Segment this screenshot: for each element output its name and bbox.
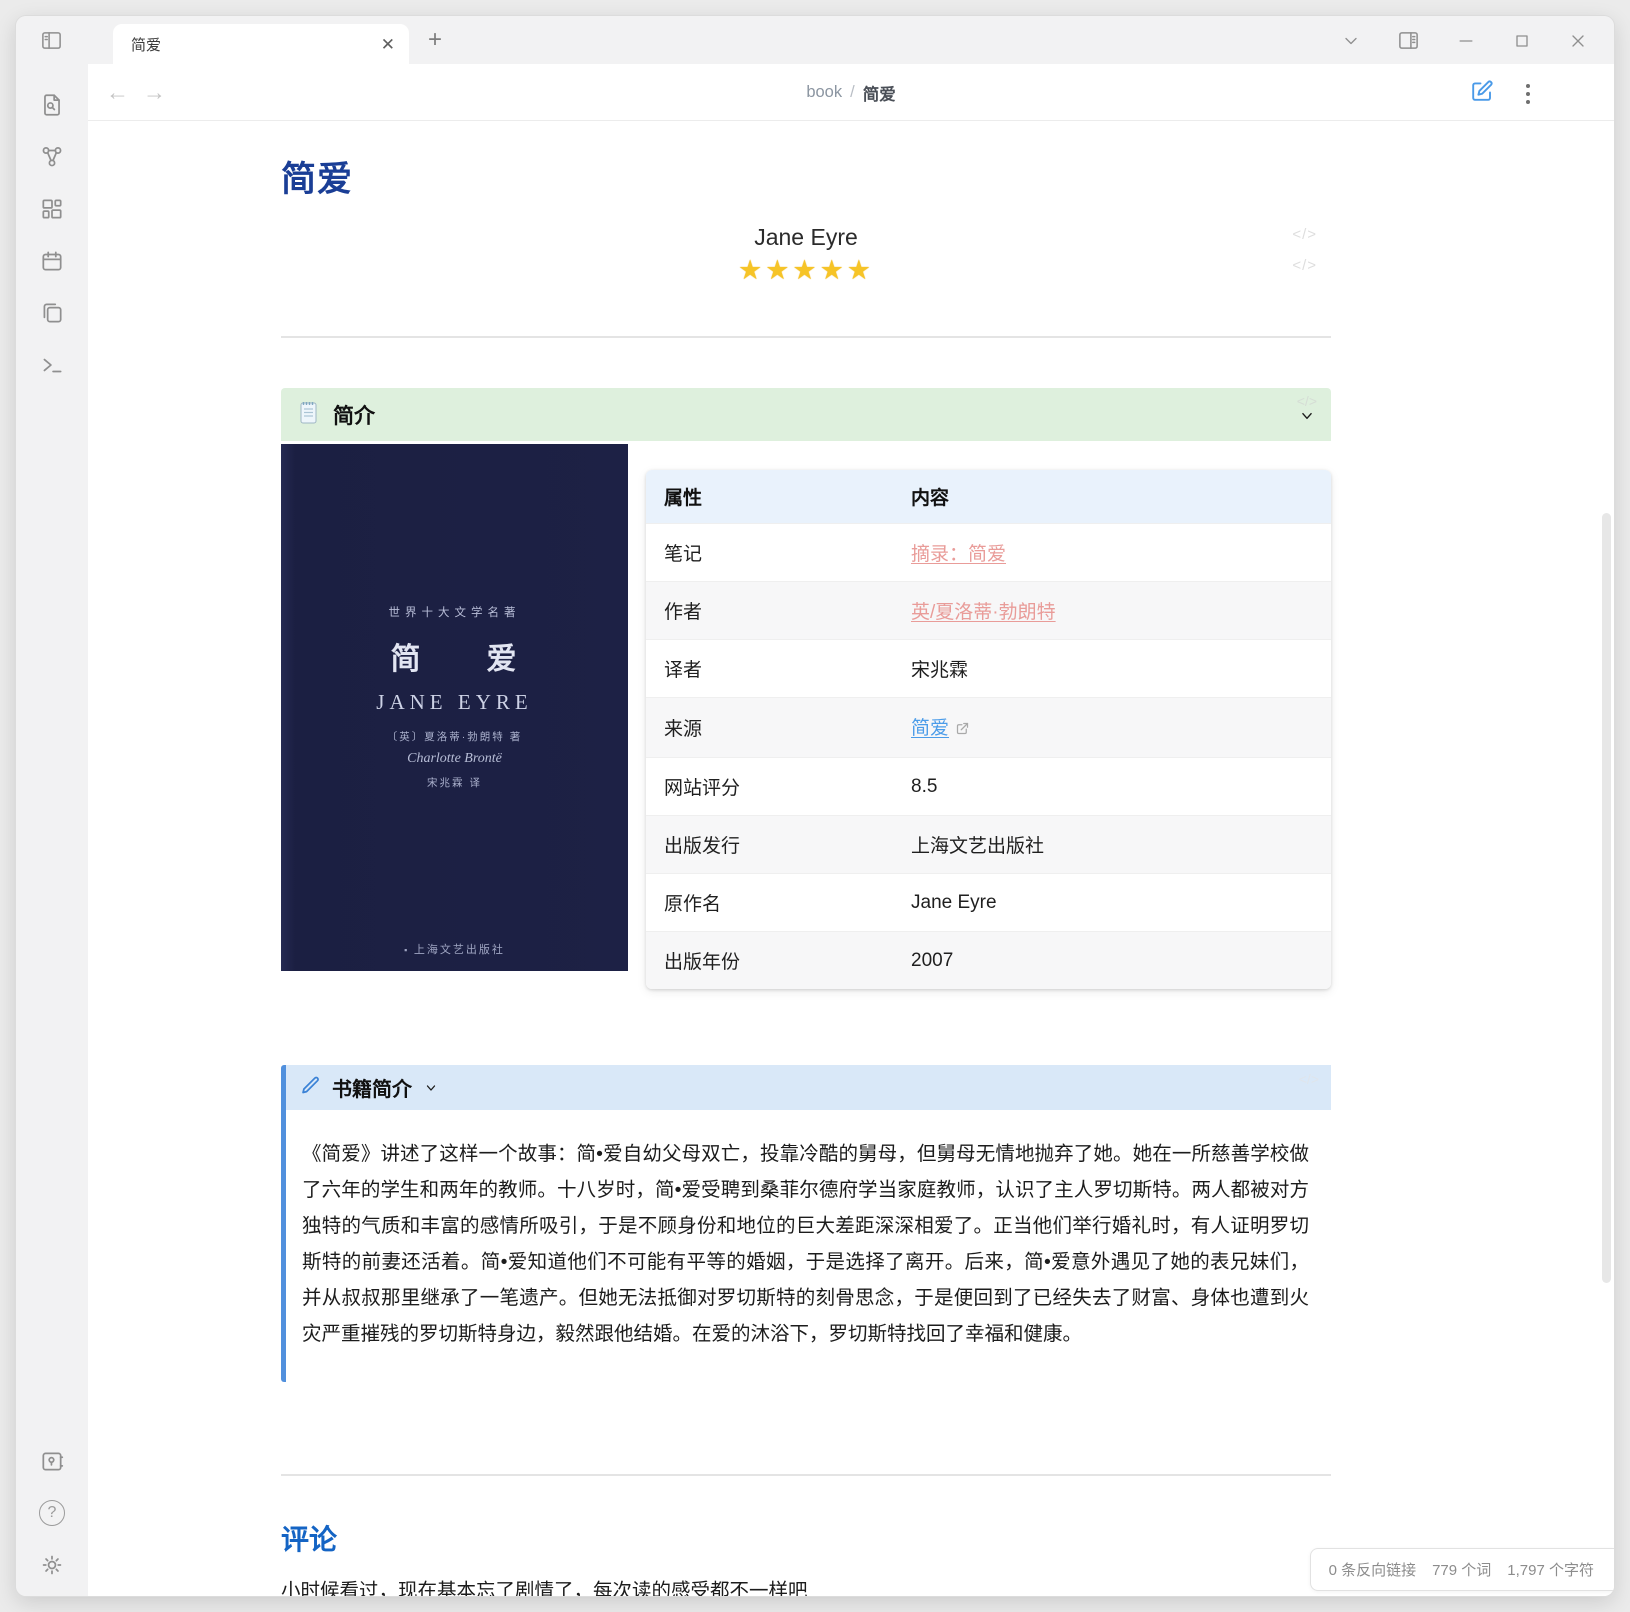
cover-title-cn: 简 爱 bbox=[391, 634, 519, 678]
cover-translator: 宋兆霖 译 bbox=[427, 775, 482, 790]
collapse-chevron-icon[interactable] bbox=[423, 1082, 439, 1094]
status-bar: 0 条反向链接 779 个词 1,797 个字符 bbox=[1310, 1548, 1614, 1591]
row-value: 8.5 bbox=[893, 758, 1331, 816]
note-link[interactable]: 摘录：简爱 bbox=[911, 544, 1006, 565]
code-block-marker[interactable]: </> bbox=[1292, 226, 1317, 243]
settings-gear-icon[interactable] bbox=[39, 1552, 65, 1578]
cover-author-en: Charlotte Brontë bbox=[407, 751, 502, 767]
collapse-chevron-icon[interactable] bbox=[1298, 409, 1316, 423]
breadcrumb-separator: / bbox=[850, 83, 855, 102]
table-header-row: 属性 内容 bbox=[646, 470, 1331, 524]
column-header-content: 内容 bbox=[893, 470, 1331, 524]
row-label: 出版年份 bbox=[646, 932, 893, 990]
window-controls bbox=[1341, 29, 1588, 52]
pencil-icon bbox=[300, 1075, 321, 1101]
rating-stars: ★★★★★ bbox=[738, 255, 874, 285]
tab-jane-eyre[interactable]: 简爱 ✕ bbox=[113, 24, 409, 64]
help-icon[interactable]: ? bbox=[39, 1500, 65, 1526]
close-button[interactable] bbox=[1568, 31, 1588, 51]
book-cover-image: 世界十大文学名著 简 爱 JANE EYRE 〔英〕夏洛蒂·勃朗特 著 Char… bbox=[281, 444, 628, 971]
new-tab-button[interactable]: + bbox=[428, 26, 442, 54]
row-label: 出版发行 bbox=[646, 816, 893, 874]
column-header-attribute: 属性 bbox=[646, 470, 893, 524]
summary-callout-header[interactable]: 书籍简介 </> bbox=[286, 1065, 1331, 1110]
table-row-original-title: 原作名 Jane Eyre bbox=[646, 874, 1331, 932]
summary-callout-body: 《简爱》讲述了这样一个故事：简•爱自幼父母双亡，投靠冷酷的舅母，但舅母无情地抛弃… bbox=[286, 1110, 1331, 1382]
table-row-author: 作者 英/夏洛蒂·勃朗特 bbox=[646, 582, 1331, 640]
table-row-note: 笔记 摘录：简爱 bbox=[646, 524, 1331, 582]
book-summary-text: 《简爱》讲述了这样一个故事：简•爱自幼父母双亡，投靠冷酷的舅母，但舅母无情地抛弃… bbox=[302, 1136, 1309, 1352]
code-block-marker[interactable]: </> bbox=[1292, 257, 1317, 274]
notepad-icon bbox=[297, 399, 321, 430]
tab-close-icon[interactable]: ✕ bbox=[381, 36, 395, 53]
left-sidebar-toggle-icon[interactable] bbox=[40, 29, 63, 52]
divider bbox=[281, 336, 1331, 338]
note-scroll-area: 简爱 Jane Eyre </> ★★★★★ </> bbox=[88, 121, 1614, 1596]
summary-callout: 书籍简介 </> 《简爱》讲述了这样一个故事：简•爱自幼父母双亡，投靠冷酷的舅母… bbox=[281, 1065, 1331, 1382]
code-block-marker[interactable]: </> bbox=[1297, 393, 1317, 409]
source-external-link[interactable]: 简爱 bbox=[911, 718, 949, 739]
row-label: 网站评分 bbox=[646, 758, 893, 816]
view-header: ← → book / 简爱 bbox=[88, 64, 1614, 121]
external-link-icon[interactable] bbox=[955, 720, 970, 742]
comments-heading: 评论 bbox=[281, 1518, 1331, 1558]
row-value: Jane Eyre bbox=[893, 874, 1331, 932]
status-backlinks[interactable]: 0 条反向链接 bbox=[1329, 1559, 1417, 1580]
page-title: 简爱 bbox=[281, 151, 1331, 202]
status-word-count[interactable]: 779 个词 bbox=[1432, 1559, 1491, 1580]
calendar-icon[interactable] bbox=[39, 248, 65, 274]
table-row-publish-year: 出版年份 2007 bbox=[646, 932, 1331, 990]
workspace-ribbon: ? bbox=[16, 64, 88, 1596]
dashboard-icon[interactable] bbox=[39, 196, 65, 222]
row-label: 原作名 bbox=[646, 874, 893, 932]
comment-text: 小时候看过，现在基本忘了剧情了，每次读的感受都不一样吧 bbox=[281, 1574, 1331, 1596]
intro-callout-header[interactable]: 简介 </> bbox=[281, 388, 1331, 441]
file-search-icon[interactable] bbox=[39, 92, 65, 118]
more-options-icon[interactable] bbox=[1524, 82, 1532, 106]
breadcrumb-current: 简爱 bbox=[863, 81, 896, 105]
table-row-source: 来源 简爱 bbox=[646, 698, 1331, 758]
divider bbox=[281, 1474, 1331, 1476]
row-value: 宋兆霖 bbox=[893, 640, 1331, 698]
maximize-button[interactable] bbox=[1512, 31, 1532, 51]
terminal-icon[interactable] bbox=[39, 352, 65, 378]
vault-switcher-icon[interactable] bbox=[39, 1448, 65, 1474]
status-char-count[interactable]: 1,797 个字符 bbox=[1507, 1559, 1594, 1580]
app-window: 简爱 ✕ + bbox=[16, 16, 1614, 1596]
cover-series-text: 世界十大文学名著 bbox=[389, 604, 521, 620]
row-label: 作者 bbox=[646, 582, 893, 640]
book-subtitle: Jane Eyre bbox=[281, 224, 1331, 251]
intro-callout-title: 简介 bbox=[333, 400, 375, 430]
table-row-site-rating: 网站评分 8.5 bbox=[646, 758, 1331, 816]
tab-title: 简爱 bbox=[131, 34, 381, 55]
editor-pane: ← → book / 简爱 简爱 bbox=[88, 64, 1614, 1596]
titlebar: 简爱 ✕ + bbox=[16, 16, 1614, 64]
cover-publisher: 上海文艺出版社 bbox=[404, 941, 505, 957]
right-sidebar-toggle-icon[interactable] bbox=[1397, 29, 1420, 52]
row-value: 上海文艺出版社 bbox=[893, 816, 1331, 874]
graph-view-icon[interactable] bbox=[39, 144, 65, 170]
edit-note-icon[interactable] bbox=[1470, 79, 1494, 108]
book-info-table: 属性 内容 笔记 摘录：简爱 bbox=[646, 470, 1331, 989]
breadcrumb-parent[interactable]: book bbox=[806, 83, 842, 102]
cover-author-cn: 〔英〕夏洛蒂·勃朗特 著 bbox=[387, 729, 522, 744]
row-label: 来源 bbox=[646, 698, 893, 758]
copy-pages-icon[interactable] bbox=[39, 300, 65, 326]
row-value: 2007 bbox=[893, 932, 1331, 990]
author-link[interactable]: 英/夏洛蒂·勃朗特 bbox=[911, 602, 1056, 623]
cover-title-en: JANE EYRE bbox=[376, 690, 532, 715]
note-content: 简爱 Jane Eyre </> ★★★★★ </> bbox=[281, 121, 1331, 1596]
scrollbar-thumb[interactable] bbox=[1602, 513, 1611, 1283]
table-row-publisher: 出版发行 上海文艺出版社 bbox=[646, 816, 1331, 874]
row-label: 笔记 bbox=[646, 524, 893, 582]
row-label: 译者 bbox=[646, 640, 893, 698]
code-block-marker[interactable]: </> bbox=[1299, 1071, 1319, 1087]
minimize-button[interactable] bbox=[1456, 31, 1476, 51]
chevron-down-icon[interactable] bbox=[1341, 31, 1361, 51]
breadcrumb: book / 简爱 bbox=[88, 64, 1614, 121]
table-row-translator: 译者 宋兆霖 bbox=[646, 640, 1331, 698]
summary-callout-title: 书籍简介 bbox=[332, 1073, 412, 1102]
